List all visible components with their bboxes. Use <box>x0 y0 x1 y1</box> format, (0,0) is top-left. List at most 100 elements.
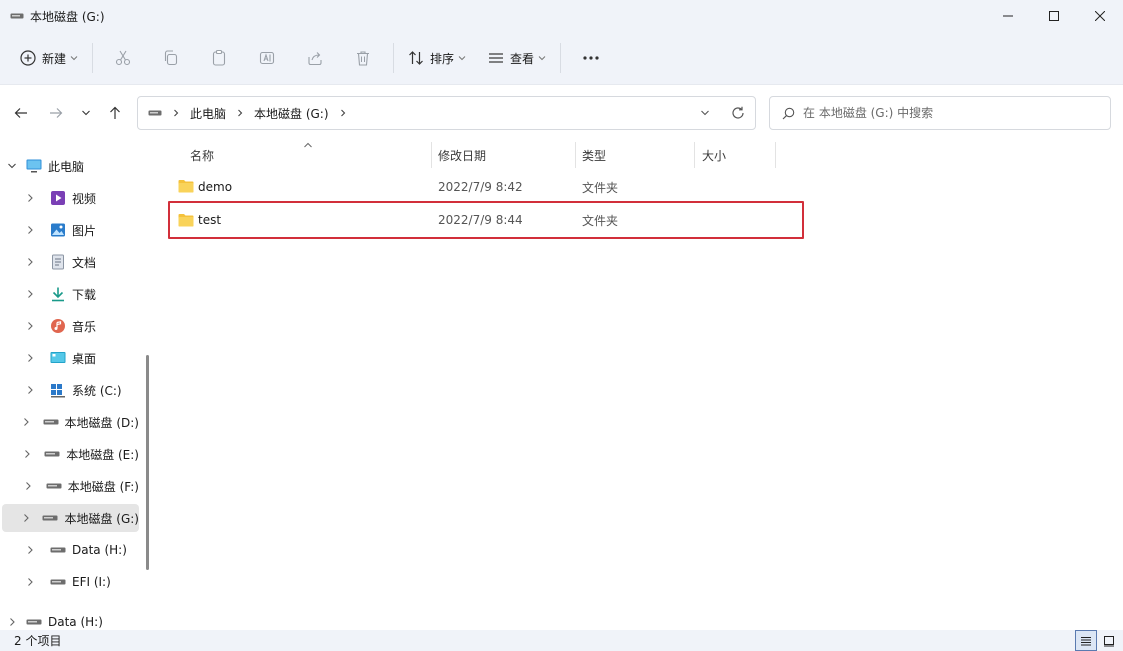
chevron-right-icon[interactable] <box>339 109 347 117</box>
column-header-type[interactable]: 类型 <box>582 140 606 170</box>
sidebar-item[interactable]: Data (H:) <box>2 536 139 564</box>
status-bar: 2 个项目 <box>0 630 1123 651</box>
file-row-test[interactable]: test 2022/7/9 8:44 文件夹 <box>168 201 804 239</box>
paste-button[interactable] <box>195 40 243 76</box>
maximize-button[interactable] <box>1031 0 1077 32</box>
desktop-icon <box>50 350 66 366</box>
drive-icon <box>44 446 60 462</box>
chevron-down-icon <box>701 110 709 116</box>
view-button[interactable]: 查看 <box>480 40 554 76</box>
chevron-right-icon[interactable] <box>20 449 34 459</box>
share-button[interactable] <box>291 40 339 76</box>
more-options-button[interactable] <box>567 40 615 76</box>
close-button[interactable] <box>1077 0 1123 32</box>
forward-button[interactable] <box>44 101 68 125</box>
toolbar-divider <box>92 43 94 73</box>
sidebar-item[interactable]: 系统 (C:) <box>2 376 139 404</box>
share-icon <box>308 52 322 66</box>
chevron-right-icon[interactable] <box>20 577 40 587</box>
recent-locations-button[interactable] <box>74 101 98 125</box>
folder-icon <box>178 214 194 227</box>
view-lines-icon <box>489 53 504 63</box>
sidebar-item-label: 本地磁盘 (D:) <box>64 415 139 430</box>
chevron-right-icon[interactable] <box>20 321 40 331</box>
clipboard-icon <box>212 49 226 66</box>
minimize-button[interactable] <box>985 0 1031 32</box>
monitor-icon <box>26 158 42 174</box>
rename-button[interactable] <box>243 40 291 76</box>
title-bar: 本地磁盘 (G:) <box>0 0 1123 32</box>
column-divider[interactable] <box>431 142 432 168</box>
column-divider[interactable] <box>575 142 576 168</box>
column-header-name[interactable]: 名称 <box>190 140 214 170</box>
sidebar-item-label: EFI (I:) <box>72 575 111 589</box>
chevron-down-icon <box>538 56 546 61</box>
file-list[interactable]: 名称 修改日期 类型 大小 demo 2022/7/9 8:42 文件夹 tes… <box>156 140 1123 630</box>
breadcrumb-this-pc[interactable]: 此电脑 <box>190 105 226 122</box>
cut-button[interactable] <box>99 40 147 76</box>
drive-icon <box>10 9 24 23</box>
sort-label: 排序 <box>430 51 455 66</box>
sidebar-item[interactable]: EFI (I:) <box>2 568 139 596</box>
chevron-down-icon[interactable] <box>2 161 22 171</box>
search-box[interactable] <box>769 96 1111 130</box>
address-history-button[interactable] <box>689 108 721 118</box>
chevron-right-icon[interactable] <box>20 257 40 267</box>
sidebar-scrollbar[interactable] <box>146 355 149 570</box>
tiles-view-button[interactable] <box>1098 630 1120 651</box>
column-divider[interactable] <box>694 142 695 168</box>
sort-icon <box>409 51 423 65</box>
chevron-right-icon[interactable] <box>20 353 40 363</box>
arrow-left-icon <box>14 108 27 118</box>
sidebar-item[interactable]: 图片 <box>2 216 139 244</box>
window-controls <box>985 0 1123 32</box>
sidebar-item[interactable]: 此电脑 <box>2 152 139 180</box>
download-icon <box>50 286 66 302</box>
chevron-down-icon <box>70 56 78 61</box>
chevron-right-icon[interactable] <box>20 193 40 203</box>
new-button[interactable]: 新建 <box>12 40 86 76</box>
file-row-demo[interactable]: demo 2022/7/9 8:42 文件夹 <box>168 172 804 202</box>
search-input[interactable] <box>803 106 1093 120</box>
sidebar-item[interactable]: 本地磁盘 (D:) <box>2 408 139 436</box>
back-button[interactable] <box>9 101 33 125</box>
sort-button[interactable]: 排序 <box>400 40 474 76</box>
view-label: 查看 <box>510 51 535 66</box>
sidebar-item[interactable]: 本地磁盘 (F:) <box>2 472 139 500</box>
address-bar[interactable]: 此电脑 本地磁盘 (G:) <box>137 96 756 130</box>
sidebar-item[interactable]: 文档 <box>2 248 139 276</box>
column-header-size[interactable]: 大小 <box>702 140 726 170</box>
column-divider[interactable] <box>775 142 776 168</box>
chevron-right-icon[interactable] <box>20 513 32 523</box>
new-label: 新建 <box>42 51 67 66</box>
sidebar-item[interactable]: 本地磁盘 (E:) <box>2 440 139 468</box>
copy-button[interactable] <box>147 40 195 76</box>
chevron-right-icon[interactable] <box>20 289 40 299</box>
delete-button[interactable] <box>339 40 387 76</box>
chevron-right-icon[interactable] <box>2 617 22 627</box>
scissors-icon <box>115 50 131 66</box>
chevron-right-icon[interactable] <box>20 385 40 395</box>
details-view-button[interactable] <box>1075 630 1097 651</box>
chevron-right-icon[interactable] <box>20 481 36 491</box>
chevron-right-icon[interactable] <box>20 417 33 427</box>
sidebar-item[interactable]: 下载 <box>2 280 139 308</box>
up-button[interactable] <box>103 101 127 125</box>
chevron-right-icon[interactable] <box>20 545 40 555</box>
chevron-right-icon <box>174 109 179 117</box>
sidebar-item[interactable]: 本地磁盘 (G:) <box>2 504 139 532</box>
chevron-right-icon[interactable] <box>236 109 244 117</box>
drive-icon <box>43 414 59 430</box>
refresh-button[interactable] <box>721 106 755 120</box>
breadcrumb-drive-g[interactable]: 本地磁盘 (G:) <box>254 105 329 122</box>
sidebar-item[interactable]: Data (H:) <box>2 608 139 630</box>
chevron-right-icon[interactable] <box>20 225 40 235</box>
video-icon <box>50 190 66 206</box>
sidebar-item[interactable]: 音乐 <box>2 312 139 340</box>
navigation-pane[interactable]: 此电脑视频图片文档下载音乐桌面系统 (C:) 本地磁盘 (D:) 本地磁盘 (E:)… <box>0 140 156 630</box>
drive-icon <box>50 574 66 590</box>
sidebar-item[interactable]: 桌面 <box>2 344 139 372</box>
arrow-right-icon <box>50 108 63 118</box>
column-header-date[interactable]: 修改日期 <box>438 140 486 170</box>
sidebar-item[interactable]: 视频 <box>2 184 139 212</box>
